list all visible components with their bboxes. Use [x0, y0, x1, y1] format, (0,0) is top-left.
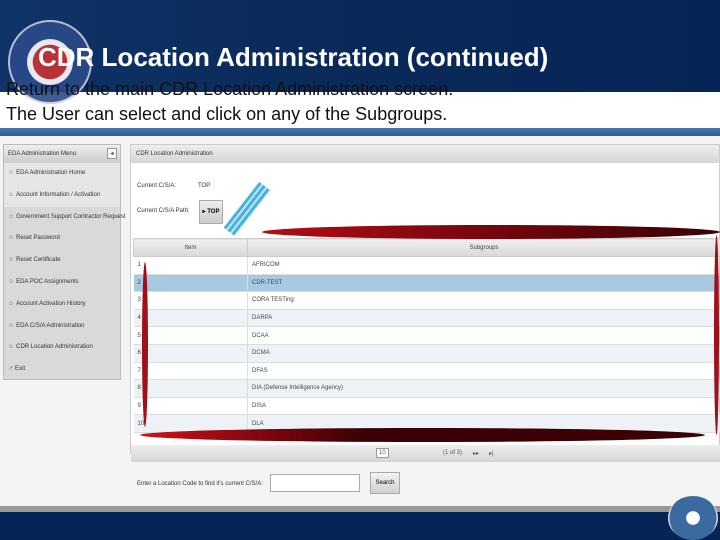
pager: 10 (1 of 3) ▸▸ ▸|	[131, 445, 720, 462]
next-page-button[interactable]: ▸▸	[473, 450, 479, 457]
csa-value: TOP	[198, 183, 211, 189]
table-row[interactable]: 6 DCMA	[133, 344, 720, 363]
sidebar-item-label: Reset Password	[16, 235, 60, 242]
sidebar-item-label: EDA C/S/A Administration	[16, 322, 85, 329]
page-size-select[interactable]: 10	[376, 448, 389, 458]
exit-icon: ↗	[8, 366, 14, 373]
home-icon: ☺	[8, 170, 15, 176]
sidebar-item-label: Reset Certificate	[16, 257, 61, 264]
panel-title: CDR Location Administration	[131, 145, 719, 163]
sidebar-item[interactable]: ☺ EDA C/S/A Administration	[4, 316, 120, 338]
highlight-streak	[262, 225, 720, 239]
csa-label: Current C/S/A:	[137, 183, 177, 189]
subgroup-name[interactable]: DISA	[247, 397, 720, 416]
sidebar-item[interactable]: ↗ Exit	[4, 359, 120, 381]
slide-text-line1: Return to the main CDR Location Administ…	[6, 79, 454, 99]
sidebar-item-label: Account Information / Activation	[16, 191, 101, 198]
slide-title: CDR Location Administration (continued)	[38, 42, 549, 72]
sidebar-item-label: Government Support Contractor Request	[16, 213, 126, 220]
table-row[interactable]: 2 CDR-TEST	[133, 274, 720, 293]
highlight-streak	[714, 235, 719, 435]
user-icon: ☺	[8, 257, 15, 264]
item-number: 2	[133, 274, 248, 293]
subgroup-name[interactable]: CORA TESTing	[247, 291, 720, 310]
app-screenshot: EDA Administration Menu ◂ ☺ EDA Administra…	[0, 136, 720, 506]
subgroup-name[interactable]: CDR-TEST	[247, 274, 720, 293]
user-icon: ☺	[8, 278, 15, 285]
item-number: 5	[133, 326, 248, 345]
location-code-input[interactable]	[270, 474, 360, 492]
highlight-streak	[142, 262, 148, 427]
user-icon: ☺	[8, 322, 15, 329]
sidebar-item[interactable]: ☺ EDA Administration Home	[4, 163, 120, 185]
item-number: 7	[133, 362, 248, 381]
subgroup-name[interactable]: DCMA	[247, 344, 720, 363]
subgroups-table: Item Subgroups 1 AFRICOM 2 CDR-TEST 3 CORA TES…	[133, 238, 720, 433]
table-row[interactable]: 9 DISA	[133, 397, 720, 416]
divider	[0, 128, 720, 136]
table-row[interactable]: 1 AFRICOM	[133, 256, 720, 275]
user-icon: ☺	[8, 191, 15, 198]
table-row[interactable]: 4 DARPA	[133, 309, 720, 328]
sidebar-item[interactable]: ☺ Account Activation History	[4, 294, 120, 316]
col-subgroups: Subgroups	[247, 238, 720, 257]
user-icon: ☺	[8, 213, 15, 220]
slide-footer	[0, 512, 720, 540]
user-icon: ☺	[8, 235, 15, 242]
subgroup-name[interactable]: AFRICOM	[247, 256, 720, 275]
highlight-streak	[140, 428, 705, 442]
subgroup-name[interactable]: DIA (Defense Intelligence Agency)	[247, 379, 720, 398]
sidebar-item[interactable]: ☺ Account Information / Activation	[4, 184, 120, 207]
user-icon: ☺	[8, 344, 15, 351]
table-row[interactable]: 5 DCAA	[133, 326, 720, 345]
user-icon: ☺	[8, 300, 15, 307]
main-panel: CDR Location Administration Current C/S/…	[130, 144, 720, 462]
sidebar-item-label: CDR Location Administration	[16, 344, 93, 351]
sidebar-item-label: Exit	[15, 366, 26, 373]
table-row[interactable]: 3 CORA TESTing	[133, 291, 720, 310]
last-page-button[interactable]: ▸|	[489, 450, 494, 457]
collapse-icon[interactable]: ◂	[107, 148, 117, 159]
table-row[interactable]: 7 DFAS	[133, 362, 720, 381]
col-item: Item	[133, 238, 248, 257]
sidebar-menu: EDA Administration Menu ◂ ☺ EDA Administra…	[3, 144, 126, 381]
path-label: Current C/S/A Path:	[137, 208, 190, 214]
sidebar-title: EDA Administration Menu	[8, 151, 77, 157]
item-number: 9	[133, 397, 248, 416]
subgroup-name[interactable]: DFAS	[247, 362, 720, 381]
subgroup-name[interactable]: DCAA	[247, 326, 720, 345]
item-number: 4	[133, 309, 248, 328]
sidebar-item[interactable]: ☺ Reset Certificate	[4, 250, 120, 272]
sidebar-item[interactable]: ☺ Government Support Contractor Request	[4, 207, 126, 229]
item-number: 3	[133, 291, 248, 310]
page-status: (1 of 3)	[443, 450, 463, 456]
item-number: 1	[133, 256, 248, 275]
subgroup-name[interactable]: DARPA	[247, 309, 720, 328]
sidebar-header: EDA Administration Menu ◂	[4, 145, 120, 163]
sidebar-item-label: EDA POC Assignments	[16, 278, 79, 285]
sidebar-item[interactable]: ☺ Reset Password	[4, 228, 120, 250]
path-top-button[interactable]: ▸ TOP	[199, 200, 223, 224]
search-button[interactable]: Search	[370, 472, 400, 494]
dod-seal	[668, 496, 718, 540]
item-number: 8	[133, 379, 248, 398]
sidebar-item[interactable]: ☺ CDR Location Administration	[4, 337, 120, 359]
slide-text-line2: The User can select and click on any of …	[6, 104, 448, 124]
table-row[interactable]: 8 DIA (Defense Intelligence Agency)	[133, 379, 720, 398]
sidebar-item[interactable]: ☺ EDA POC Assignments	[4, 272, 120, 294]
sidebar-item-label: Account Activation History	[16, 300, 86, 307]
item-number: 6	[133, 344, 248, 363]
search-label: Enter a Location Code to find it's curre…	[137, 481, 263, 487]
sidebar-item-label: EDA Administration Home	[16, 170, 86, 176]
